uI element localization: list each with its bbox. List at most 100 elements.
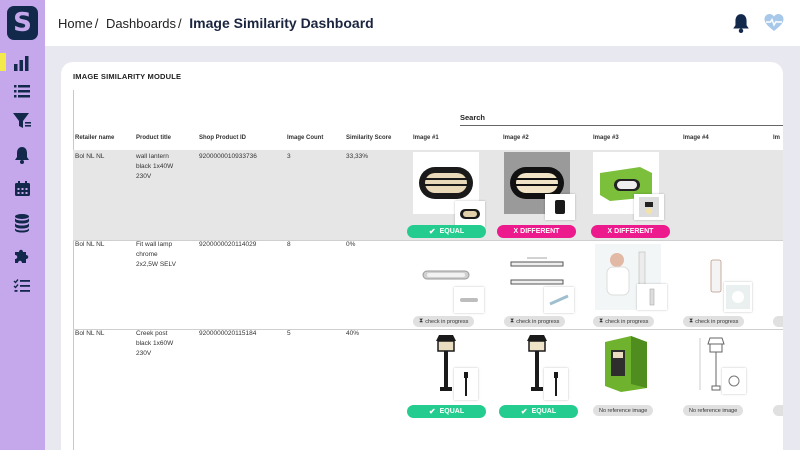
list-icon[interactable] [11,80,33,102]
similarity-score-cell: 33,33% [346,153,369,160]
health-heart-icon[interactable] [763,12,785,34]
table-left-border [73,90,74,450]
column-header[interactable]: Image #4 [683,135,709,141]
status-label: EQUAL [439,228,465,235]
reference-thumbnail[interactable] [454,287,484,313]
shop-product-id-cell: 9200000020114029 [199,241,257,248]
breadcrumb-separator: / [94,16,99,31]
retailer-cell: Bol NL NL [75,241,105,248]
product-title-line: 2x2,5W SELV [136,261,176,268]
hourglass-icon: ⧗ [510,318,515,324]
status-label: check in progress [516,318,560,325]
app-logo[interactable]: S [7,6,38,40]
image-count-cell: 3 [287,153,291,160]
status-badge-equal: ✔ EQUAL [407,225,486,238]
breadcrumb: Home / Dashboards / Image Similarity Dashb… [58,15,374,31]
reference-thumbnail[interactable] [544,368,568,400]
product-title-line: Fit wall lamp [136,241,173,248]
product-title-cell: wall lantern black 1x40W 230V [136,152,173,182]
search-label: Search [460,113,486,122]
retailer-cell: Bol NL NL [75,153,105,160]
search-input[interactable] [460,125,783,126]
column-header[interactable]: Product title [136,135,171,141]
status-badge-in-progress: ⧗ check in progress [683,316,745,327]
reference-thumbnail[interactable] [455,201,485,227]
status-badge-partial [773,405,783,416]
product-image[interactable] [593,332,659,394]
active-nav-marker [0,53,6,71]
column-header[interactable]: Image #3 [593,135,619,141]
row-divider [73,329,783,330]
image-count-cell: 8 [287,241,291,248]
status-badge-no-reference: No reference image [593,405,654,416]
column-header[interactable]: Image #1 [413,135,439,141]
status-badge-different: X DIFFERENT [591,225,670,238]
status-label: EQUAL [531,408,557,415]
row-divider [73,240,783,241]
status-badge-in-progress: ⧗ check in progress [504,316,566,327]
shop-product-id-cell: 9200000020115184 [199,330,257,337]
retailer-cell: Bol NL NL [75,330,105,337]
reference-thumbnail[interactable] [724,282,752,312]
check-icon: ✔ [428,227,436,236]
database-icon[interactable] [11,212,33,234]
notifications-bell-icon[interactable] [732,13,750,33]
product-title-cell: Creek post black 1x60W 230V [136,329,173,359]
reference-thumbnail[interactable] [545,194,575,220]
product-title-line: 230V [136,173,152,180]
product-title-line: black 1x60W [136,340,174,347]
product-title-line: 230V [136,350,152,357]
image-count-cell: 5 [287,330,291,337]
bell-icon[interactable] [11,144,33,166]
reference-thumbnail[interactable] [454,368,478,400]
top-header: Home / Dashboards / Image Similarity Dashb… [45,0,800,46]
shop-product-id-cell: 9200000010933736 [199,153,257,160]
status-badge-equal: ✔ EQUAL [407,405,486,418]
check-icon: ✔ [520,407,528,416]
puzzle-icon[interactable] [11,245,33,267]
breadcrumb-dashboards[interactable]: Dashboards [106,16,176,31]
column-header[interactable]: Similarity Score [346,135,391,141]
reference-thumbnail[interactable] [634,194,664,220]
status-badge-no-reference: No reference image [683,405,744,416]
status-badge-different: X DIFFERENT [497,225,576,238]
filter-icon[interactable] [11,110,33,132]
column-header[interactable]: Image Count [287,135,323,141]
hourglass-icon: ⧗ [419,318,424,324]
reference-thumbnail[interactable] [722,368,746,394]
calendar-icon[interactable] [11,177,33,199]
hourglass-icon: ⧗ [599,318,604,324]
status-label: EQUAL [439,408,465,415]
product-title-line: chrome [136,251,158,258]
similarity-score-cell: 0% [346,241,356,248]
status-badge-partial [773,316,783,327]
logo-letter: S [13,8,32,38]
reference-thumbnail[interactable] [544,287,574,313]
column-header[interactable]: Image #2 [503,135,529,141]
bar-chart-icon[interactable] [11,52,33,74]
product-title-line: wall lantern [136,153,169,160]
checklist-icon[interactable] [11,275,33,297]
column-header[interactable]: Shop Product ID [199,135,246,141]
status-label: check in progress [425,318,469,325]
module-title: IMAGE SIMILARITY MODULE [73,72,182,81]
product-title-cell: Fit wall lamp chrome 2x2,5W SELV [136,240,176,270]
column-header[interactable]: Im [773,135,780,141]
product-title-line: Creek post [136,330,168,337]
breadcrumb-home[interactable]: Home [58,16,93,31]
reference-thumbnail[interactable] [637,284,667,310]
breadcrumb-separator: / [178,16,182,31]
status-label: check in progress [605,318,649,325]
similarity-score-cell: 40% [346,330,360,337]
status-badge-in-progress: ⧗ check in progress [593,316,655,327]
check-icon: ✔ [428,407,436,416]
page-title: Image Similarity Dashboard [189,15,374,31]
hourglass-icon: ⧗ [689,318,694,324]
similarity-module-card: IMAGE SIMILARITY MODULE Search Retailer … [61,62,783,450]
sidebar: S [0,0,45,450]
status-label: check in progress [695,318,739,325]
status-badge-equal: ✔ EQUAL [499,405,578,418]
product-title-line: black 1x40W [136,163,174,170]
status-badge-in-progress: ⧗ check in progress [413,316,475,327]
column-header[interactable]: Retailer name [75,135,114,141]
